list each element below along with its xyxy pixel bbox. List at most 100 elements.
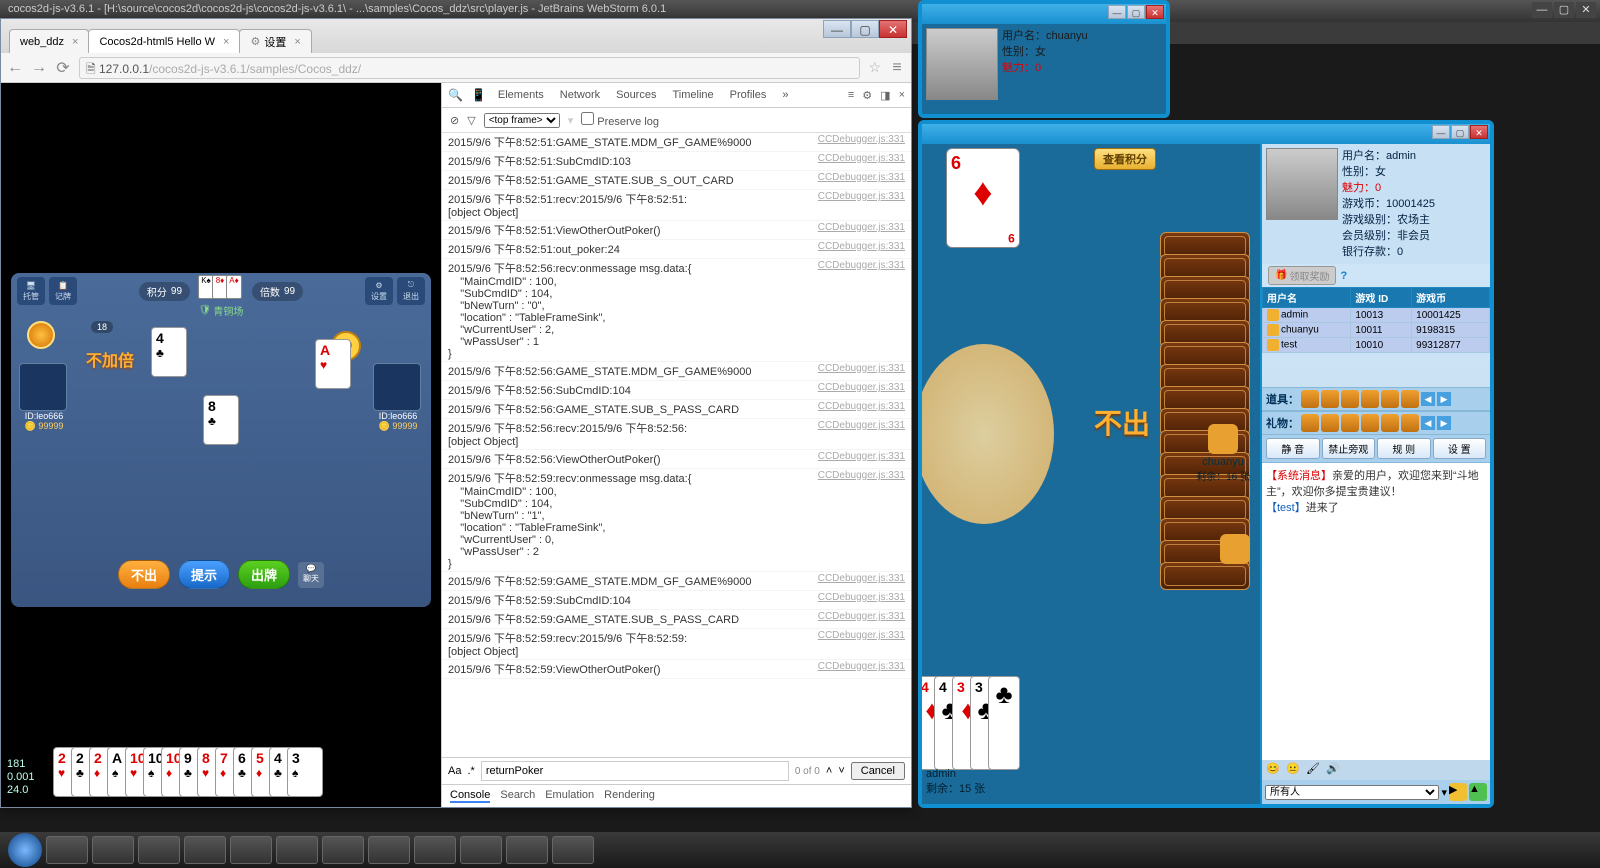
back-icon[interactable]: ←	[7, 59, 23, 77]
log-source-link[interactable]: CCDebugger.js:331	[812, 363, 905, 379]
claim-bonus-button[interactable]: 🎁领取奖励	[1268, 266, 1336, 285]
log-source-link[interactable]: CCDebugger.js:331	[812, 451, 905, 467]
menu-icon[interactable]: ≡	[889, 59, 905, 77]
close-icon[interactable]: ✕	[1576, 2, 1596, 18]
taskbar-item[interactable]	[276, 836, 318, 864]
log-row[interactable]: 2015/9/6 下午8:52:56:recv:2015/9/6 下午8:52:…	[442, 419, 911, 450]
gift-icon[interactable]	[1381, 414, 1399, 432]
log-row[interactable]: 2015/9/6 下午8:52:59:GAME_STATE.MDM_GF_GAM…	[442, 572, 911, 591]
log-row[interactable]: 2015/9/6 下午8:52:51:out_poker:24CCDebugge…	[442, 240, 911, 259]
log-row[interactable]: 2015/9/6 下午8:52:51:SubCmdID:103CCDebugge…	[442, 152, 911, 171]
avatar[interactable]	[1220, 534, 1250, 564]
tab-cocos2d[interactable]: Cocos2d-html5 Hello W×	[88, 29, 240, 53]
taskbar-item[interactable]	[414, 836, 456, 864]
card-record-button[interactable]: 📋记牌	[49, 277, 77, 305]
search-icon[interactable]: 🔍	[448, 88, 463, 102]
maximize-icon[interactable]: ▢	[1554, 2, 1574, 18]
log-row[interactable]: 2015/9/6 下午8:52:51:GAME_STATE.MDM_GF_GAM…	[442, 133, 911, 152]
log-row[interactable]: 2015/9/6 下午8:52:59:GAME_STATE.SUB_S_PASS…	[442, 610, 911, 629]
taskbar-item[interactable]	[552, 836, 594, 864]
close-icon[interactable]: ×	[899, 89, 905, 102]
minimize-icon[interactable]: —	[1532, 2, 1552, 18]
table-row[interactable]: admin1001310001425	[1263, 308, 1490, 323]
frame-select[interactable]: <top frame>	[484, 113, 560, 128]
log-source-link[interactable]: CCDebugger.js:331	[812, 260, 905, 360]
send-icon[interactable]: ▶	[1449, 783, 1467, 801]
taskbar-item[interactable]	[138, 836, 180, 864]
log-source-link[interactable]: CCDebugger.js:331	[812, 191, 905, 219]
tab-timeline[interactable]: Timeline	[668, 87, 717, 103]
cancel-button[interactable]: Cancel	[851, 762, 905, 780]
chat-target-select[interactable]: 所有人	[1265, 785, 1439, 800]
prev-icon[interactable]: ˄	[826, 765, 832, 777]
emoji-icon[interactable]: 😊	[1266, 762, 1282, 778]
avatar[interactable]	[373, 363, 421, 411]
log-source-link[interactable]: CCDebugger.js:331	[812, 401, 905, 417]
prev-icon[interactable]: ◀	[1421, 392, 1435, 406]
log-row[interactable]: 2015/9/6 下午8:52:56:GAME_STATE.SUB_S_PASS…	[442, 400, 911, 419]
minimize-icon[interactable]: —	[1108, 5, 1126, 19]
preserve-log-checkbox[interactable]: Preserve log	[581, 112, 659, 128]
next-icon[interactable]: ▶	[1437, 416, 1451, 430]
log-row[interactable]: 2015/9/6 下午8:52:56:GAME_STATE.MDM_GF_GAM…	[442, 362, 911, 381]
bookmark-icon[interactable]: ☆	[868, 59, 881, 76]
mute-button[interactable]: 静 音	[1266, 438, 1320, 459]
game-table[interactable]: 查看积分 6♦ 9 不出 出 chuanyu 剩余：16 张 7♥4♦4♣3♦3…	[922, 144, 1260, 804]
tab-elements[interactable]: Elements	[494, 87, 548, 103]
tab-close-icon[interactable]: ×	[294, 36, 300, 48]
avatar[interactable]	[1208, 424, 1238, 454]
log-source-link[interactable]: CCDebugger.js:331	[812, 222, 905, 238]
hand-card[interactable]: ♣	[988, 676, 1020, 770]
tab-sources[interactable]: Sources	[612, 87, 660, 103]
case-toggle[interactable]: Aa	[448, 765, 461, 777]
table-row[interactable]: test1001099312877	[1263, 338, 1490, 353]
maximize-icon[interactable]: ▢	[851, 20, 879, 38]
close-icon[interactable]: ✕	[1470, 125, 1488, 139]
gift-icon[interactable]	[1361, 414, 1379, 432]
log-source-link[interactable]: CCDebugger.js:331	[812, 134, 905, 150]
tool-icon[interactable]	[1321, 390, 1339, 408]
gift-icon[interactable]	[1401, 414, 1419, 432]
log-row[interactable]: 2015/9/6 下午8:52:51:GAME_STATE.SUB_S_OUT_…	[442, 171, 911, 190]
log-source-link[interactable]: CCDebugger.js:331	[812, 611, 905, 627]
settings-button[interactable]: ⚙设置	[365, 277, 393, 305]
log-source-link[interactable]: CCDebugger.js:331	[812, 573, 905, 589]
forward-icon[interactable]: →	[31, 59, 47, 77]
log-source-link[interactable]: CCDebugger.js:331	[812, 420, 905, 448]
expand-icon[interactable]: ▲	[1469, 783, 1487, 801]
log-source-link[interactable]: CCDebugger.js:331	[812, 630, 905, 658]
gift-icon[interactable]	[1321, 414, 1339, 432]
next-icon[interactable]: ˅	[838, 765, 844, 777]
tool-icon[interactable]	[1341, 390, 1359, 408]
taskbar-item[interactable]	[506, 836, 548, 864]
log-row[interactable]: 2015/9/6 下午8:52:59:SubCmdID:104CCDebugge…	[442, 591, 911, 610]
tab-web-ddz[interactable]: web_ddz×	[9, 29, 89, 53]
drawer-emulation[interactable]: Emulation	[545, 789, 594, 803]
log-row[interactable]: 2015/9/6 下午8:52:56:recv:onmessage msg.da…	[442, 259, 911, 362]
log-row[interactable]: 2015/9/6 下午8:52:59:recv:onmessage msg.da…	[442, 469, 911, 572]
trustee-button[interactable]: 🖥托管	[17, 277, 45, 305]
log-source-link[interactable]: CCDebugger.js:331	[812, 172, 905, 188]
log-source-link[interactable]: CCDebugger.js:331	[812, 241, 905, 257]
minimize-icon[interactable]: —	[823, 20, 851, 38]
hand-card[interactable]: 3♠	[287, 747, 323, 797]
close-icon[interactable]: ✕	[879, 20, 907, 38]
prev-icon[interactable]: ◀	[1421, 416, 1435, 430]
pass-button[interactable]: 不出	[118, 560, 170, 589]
maximize-icon[interactable]: ▢	[1451, 125, 1469, 139]
log-row[interactable]: 2015/9/6 下午8:52:56:ViewOtherOutPoker()CC…	[442, 450, 911, 469]
drawer-icon[interactable]: ≡	[848, 89, 854, 102]
filter-icon[interactable]: ▽	[467, 114, 475, 127]
settings-button[interactable]: 设 置	[1433, 438, 1487, 459]
taskbar-item[interactable]	[184, 836, 226, 864]
log-source-link[interactable]: CCDebugger.js:331	[812, 592, 905, 608]
clear-icon[interactable]: ⊘	[450, 114, 459, 127]
gift-icon[interactable]	[1341, 414, 1359, 432]
emoji-icon[interactable]: 😐	[1286, 762, 1302, 778]
tab-close-icon[interactable]: ×	[72, 36, 78, 48]
next-icon[interactable]: ▶	[1437, 392, 1451, 406]
tab-network[interactable]: Network	[556, 87, 604, 103]
table-row[interactable]: chuanyu100119198315	[1263, 323, 1490, 338]
log-source-link[interactable]: CCDebugger.js:331	[812, 661, 905, 677]
player-hand[interactable]: 7♥4♦4♣3♦3♣♣	[922, 676, 1020, 770]
